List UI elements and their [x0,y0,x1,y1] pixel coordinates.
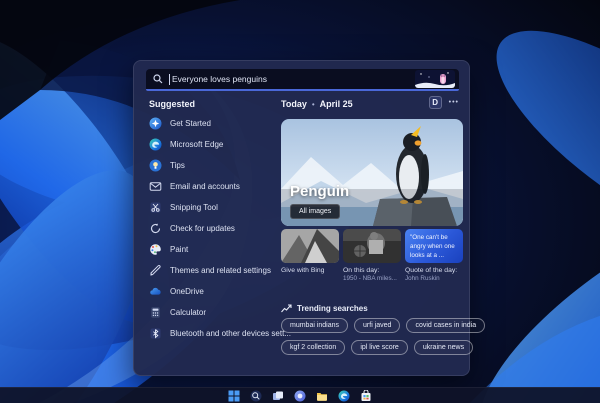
info-cards-row: Give with Bing On this day: 1950 - NBA m… [281,229,463,282]
suggested-item-label: Snipping Tool [170,203,218,212]
suggested-list: Get Started Microsoft Edge Tips Email an… [149,113,291,344]
search-panel: Everyone loves penguins Suggested Today … [133,60,486,376]
card-quote-of-day[interactable]: "One can't be angry when one looks at a … [405,229,463,282]
give-with-bing-thumbnail [281,229,339,263]
card-caption: Quote of the day: [405,267,458,274]
hero-title: Penguin [290,183,350,200]
trending-chips-row1: mumbai indians urfi javed covid cases in… [281,318,486,333]
suggested-item-check-updates[interactable]: Check for updates [149,218,279,239]
suggested-item-snipping-tool[interactable]: Snipping Tool [149,197,279,218]
search-icon [153,74,163,84]
suggested-item-label: Themes and related settings [170,266,271,275]
themes-icon [150,264,161,276]
suggested-item-tips[interactable]: Tips [149,155,279,176]
trending-chip[interactable]: covid cases in india [406,318,486,333]
on-this-day-thumbnail [343,229,401,263]
trending-chip[interactable]: mumbai indians [281,318,349,333]
suggested-item-label: Bluetooth and other devices sett... [170,329,291,338]
trending-header: Trending searches [281,304,368,313]
taskbar-edge-icon[interactable] [338,390,350,402]
trending-chip[interactable]: ukraine news [413,340,474,355]
quote-text: "One can't be angry when one looks at a … [405,229,463,263]
suggested-item-label: OneDrive [170,287,204,296]
suggested-item-paint[interactable]: Paint [149,239,279,260]
trending-chip[interactable]: ipl live score [351,340,408,355]
suggested-item-themes[interactable]: Themes and related settings [149,260,279,281]
suggested-item-calculator[interactable]: Calculator [149,302,279,323]
header-separator: • [311,99,315,109]
suggested-item-label: Calculator [170,308,207,317]
all-images-button[interactable]: All images [290,204,341,219]
desktop: { "search_panel": { "search_bar": { "val… [0,0,600,403]
trending-chip[interactable]: kgf 2 collection [281,340,346,355]
more-options-button[interactable]: ••• [449,99,459,106]
card-give-with-bing[interactable]: Give with Bing [281,229,339,282]
updates-icon [150,223,161,234]
suggested-item-label: Tips [170,161,185,170]
task-view-icon[interactable] [272,390,284,402]
trending-icon [281,304,292,313]
date-label: April 25 [319,99,353,109]
suggested-item-label: Get Started [170,119,211,128]
calculator-icon [151,307,160,318]
search-query-text: Everyone loves penguins [172,74,267,84]
suggested-item-label: Microsoft Edge [170,140,224,149]
file-explorer-icon[interactable] [316,390,328,402]
widgets-icon[interactable] [294,390,306,402]
text-caret [169,73,170,85]
trending-chips-row2: kgf 2 collection ipl live score ukraine … [281,340,474,355]
suggested-item-get-started[interactable]: Get Started [149,113,279,134]
hero-image-card[interactable]: Penguin All images [281,119,463,226]
suggested-item-label: Check for updates [170,224,235,233]
search-input[interactable]: Everyone loves penguins [146,69,459,91]
email-icon [149,182,162,191]
bluetooth-icon [150,328,161,339]
snipping-tool-icon [150,202,161,213]
suggested-item-bluetooth[interactable]: Bluetooth and other devices sett... [149,323,291,344]
suggested-item-label: Paint [170,245,189,254]
profile-badge[interactable]: D [428,96,442,109]
edge-icon [149,138,162,151]
suggested-item-label: Email and accounts [170,182,240,191]
card-subcaption: John Ruskin [405,275,440,282]
suggested-item-edge[interactable]: Microsoft Edge [149,134,279,155]
suggested-header: Suggested [149,99,196,109]
trending-header-label: Trending searches [297,304,368,313]
onedrive-icon [150,287,161,295]
taskbar [0,387,600,403]
card-subcaption: 1950 - NBA miles... [343,275,397,282]
tips-icon [149,159,162,172]
get-started-icon [149,117,162,130]
paint-icon [150,244,161,255]
card-caption: Give with Bing [281,267,325,274]
suggested-item-email[interactable]: Email and accounts [149,176,279,197]
penguin-illustration [415,70,455,88]
trending-chip[interactable]: urfi javed [354,318,401,333]
today-label: Today [281,99,307,109]
card-on-this-day[interactable]: On this day: 1950 - NBA miles... [343,229,401,282]
start-button-icon[interactable] [228,390,240,402]
taskbar-search-icon[interactable] [250,390,262,402]
store-icon[interactable] [360,389,372,402]
card-caption: On this day: [343,267,380,274]
suggested-item-onedrive[interactable]: OneDrive [149,281,279,302]
